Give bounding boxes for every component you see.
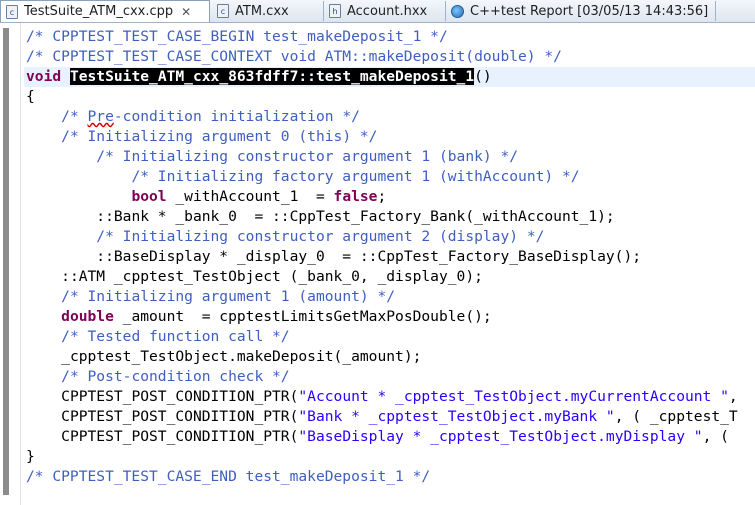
- code-line: /* CPPTEST_TEST_CASE_BEGIN test_makeDepo…: [26, 28, 448, 45]
- tab-atm-cxx[interactable]: c ATM.cxx: [212, 1, 324, 21]
- h-file-icon: h: [329, 4, 341, 18]
- code-line: ::BaseDisplay * _display_0 = ::CppTest_F…: [96, 248, 642, 265]
- tab-label: ATM.cxx: [235, 3, 289, 19]
- code-line: /* Pre-condition initialization */: [61, 108, 360, 125]
- editor-tab-bar: c TestSuite_ATM_cxx.cpp ✕ c ATM.cxx h Ac…: [0, 0, 755, 23]
- code-editor[interactable]: /* CPPTEST_TEST_CASE_BEGIN test_makeDepo…: [24, 27, 755, 487]
- tab-label: C++test Report [03/05/13 14:43:56]: [470, 3, 709, 19]
- code-line: _cpptest_TestObject.makeDeposit(_amount)…: [61, 348, 422, 365]
- code-line: ::Bank * _bank_0 = ::CppTest_Factory_Ban…: [96, 208, 615, 225]
- code-line: {: [26, 88, 35, 105]
- code-line: double _amount = cpptestLimitsGetMaxPosD…: [61, 308, 492, 325]
- tab-testsuite-atm-cxx-cpp[interactable]: c TestSuite_ATM_cxx.cpp ✕: [0, 0, 210, 22]
- c-file-icon: c: [6, 4, 18, 19]
- code-line: /* Initializing constructor argument 1 (…: [96, 148, 519, 165]
- code-line: }: [26, 448, 35, 465]
- code-line: /* Initializing constructor argument 2 (…: [96, 228, 545, 245]
- code-line: ::ATM _cpptest_TestObject (_bank_0, _dis…: [61, 268, 483, 285]
- code-line: /* Initializing argument 1 (amount) */: [61, 288, 396, 305]
- code-line: /* Tested function call */: [61, 328, 290, 345]
- tab-label: TestSuite_ATM_cxx.cpp: [24, 4, 174, 19]
- code-line: /* CPPTEST_TEST_CASE_CONTEXT void ATM::m…: [26, 48, 562, 65]
- code-line: CPPTEST_POST_CONDITION_PTR("Bank * _cppt…: [61, 408, 738, 425]
- code-line: /* Initializing argument 0 (this) */: [61, 128, 378, 145]
- code-line: bool _withAccount_1 = false;: [131, 188, 387, 205]
- selected-text: TestSuite_ATM_cxx_863fdff7::test_makeDep…: [69, 68, 475, 85]
- code-line: CPPTEST_POST_CONDITION_PTR("Account * _c…: [61, 388, 738, 405]
- close-icon[interactable]: ✕: [181, 5, 191, 19]
- globe-icon: [451, 4, 464, 18]
- tab-cpptest-report[interactable]: C++test Report [03/05/13 14:43:56]: [446, 1, 716, 21]
- code-line: CPPTEST_POST_CONDITION_PTR("BaseDisplay …: [61, 428, 729, 445]
- change-indicator-bar: [3, 28, 9, 495]
- code-line: /* CPPTEST_TEST_CASE_END test_makeDeposi…: [26, 468, 431, 485]
- tab-label: Account.hxx: [347, 3, 428, 19]
- tab-account-hxx[interactable]: h Account.hxx: [324, 1, 446, 21]
- code-line: /* Initializing factory argument 1 (with…: [131, 168, 580, 185]
- spelling-error: Pre: [87, 108, 114, 125]
- code-line: /* Post-condition check */: [61, 368, 290, 385]
- code-line-current: void TestSuite_ATM_cxx_863fdff7::test_ma…: [24, 67, 755, 87]
- c-file-icon: c: [217, 4, 229, 18]
